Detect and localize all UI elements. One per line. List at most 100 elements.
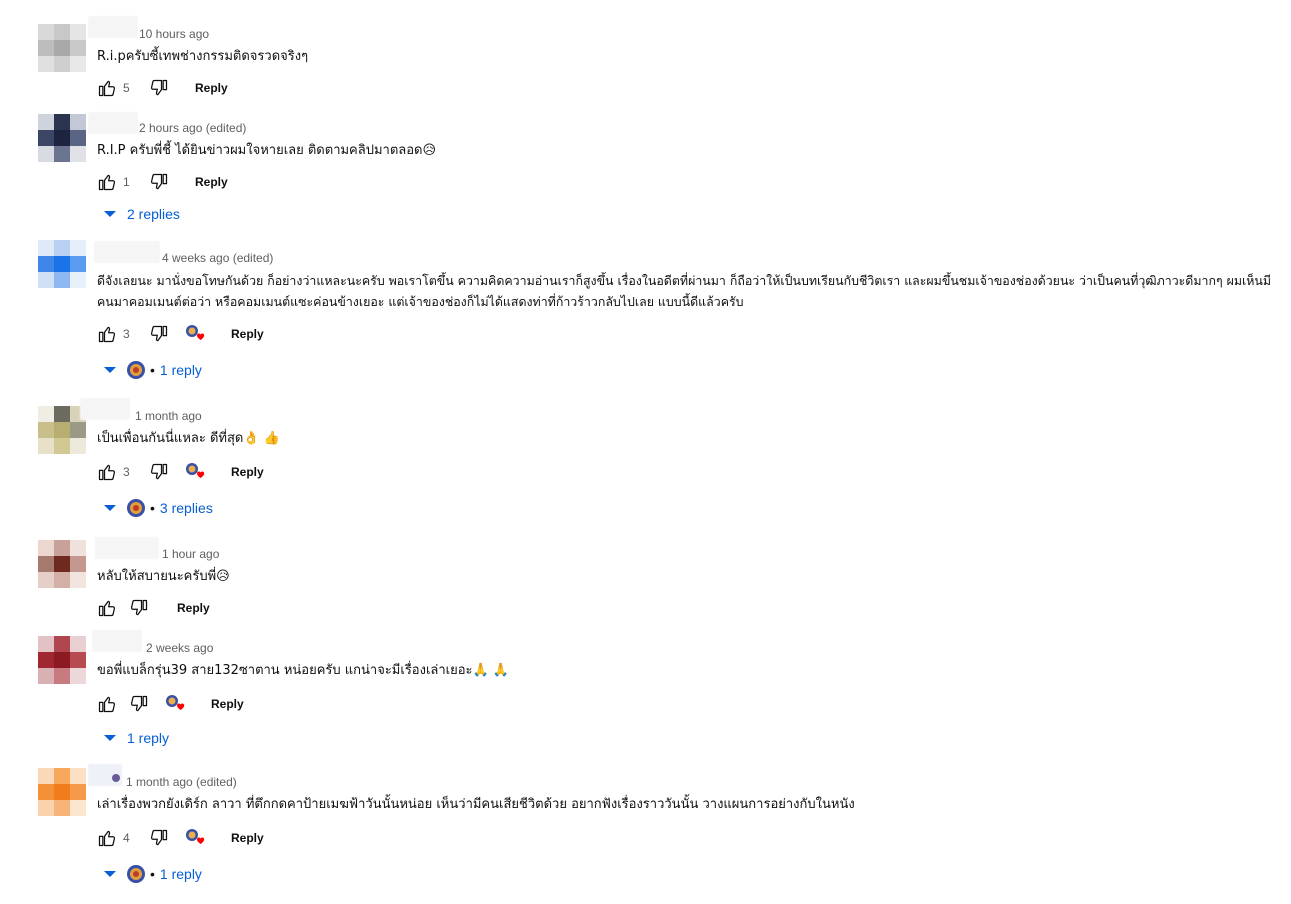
like-button[interactable] <box>95 596 119 620</box>
avatar-pixel <box>70 114 86 130</box>
creator-heart-icon <box>183 322 207 346</box>
caret-down-icon <box>104 367 116 373</box>
thumbs-down-icon <box>150 173 168 190</box>
dislike-button[interactable] <box>147 322 171 346</box>
like-button[interactable] <box>95 76 119 100</box>
like-button[interactable] <box>95 322 119 346</box>
like-button[interactable] <box>95 170 119 194</box>
avatar[interactable] <box>38 768 86 816</box>
avatar-pixel <box>70 422 86 438</box>
like-button[interactable] <box>95 692 119 716</box>
avatar[interactable] <box>38 24 86 72</box>
avatar-pixel <box>70 652 86 668</box>
avatar-pixel <box>38 40 54 56</box>
dislike-button[interactable] <box>147 460 171 484</box>
avatar-pixel <box>54 652 70 668</box>
reply-button[interactable]: Reply <box>211 697 244 711</box>
author-name-redacted[interactable] <box>92 630 142 652</box>
comment-timestamp[interactable]: 2 weeks ago <box>146 641 213 655</box>
avatar-pixel <box>54 438 70 454</box>
like-count: 1 <box>123 175 130 189</box>
avatar-pixel <box>70 146 86 162</box>
caret-down-icon <box>104 871 116 877</box>
comment-timestamp[interactable]: 1 month ago (edited) <box>126 775 237 789</box>
like-button[interactable] <box>95 460 119 484</box>
avatar-pixel <box>38 636 54 652</box>
creator-heart-icon <box>163 692 187 716</box>
avatar[interactable] <box>38 240 86 288</box>
comment-actions: 3 Reply <box>95 460 264 484</box>
avatar[interactable] <box>38 636 86 684</box>
separator-dot: • <box>150 500 155 516</box>
avatar-pixel <box>54 556 70 572</box>
reply-button[interactable]: Reply <box>231 831 264 845</box>
thumbs-up-icon <box>98 174 116 191</box>
author-name-redacted[interactable] <box>95 537 159 559</box>
view-replies-button[interactable]: 1 reply <box>104 726 169 750</box>
avatar-pixel <box>70 256 86 272</box>
avatar-pixel <box>54 114 70 130</box>
avatar-pixel <box>54 406 70 422</box>
comment-text: เล่าเรื่องพวกยังเดิร์ก ลาวา ที่ตึกกดคาป้… <box>97 797 855 812</box>
view-replies-button[interactable]: • 1 reply <box>104 358 202 382</box>
avatar-pixel <box>54 800 70 816</box>
author-badge-icon <box>112 774 120 782</box>
comment-timestamp[interactable]: 10 hours ago <box>139 27 209 41</box>
avatar-pixel <box>54 784 70 800</box>
avatar-pixel <box>38 114 54 130</box>
like-count: 3 <box>123 327 130 341</box>
replies-count-label: 2 replies <box>127 206 180 222</box>
avatar-pixel <box>38 652 54 668</box>
thumbs-up-icon <box>98 464 116 481</box>
view-replies-button[interactable]: • 1 reply <box>104 862 202 886</box>
reply-button[interactable]: Reply <box>177 601 210 615</box>
replies-count-label: 1 reply <box>159 866 202 882</box>
dislike-button[interactable] <box>147 826 171 850</box>
view-replies-button[interactable]: 2 replies <box>104 202 180 226</box>
caret-down-icon <box>104 211 116 217</box>
view-replies-button[interactable]: • 3 replies <box>104 496 213 520</box>
replies-count-label: 1 reply <box>127 730 170 746</box>
thumbs-down-icon <box>150 829 168 846</box>
avatar-pixel <box>38 272 54 288</box>
like-button[interactable] <box>95 826 119 850</box>
avatar-pixel <box>70 784 86 800</box>
reply-button[interactable]: Reply <box>195 81 228 95</box>
thumbs-down-icon <box>150 79 168 96</box>
author-name-redacted[interactable] <box>80 398 130 420</box>
thumbs-up-icon <box>98 600 116 617</box>
comment-timestamp[interactable]: 1 month ago <box>135 409 202 423</box>
avatar-pixel <box>54 24 70 40</box>
replies-count-label: 1 reply <box>159 362 202 378</box>
comment-timestamp[interactable]: 1 hour ago <box>162 547 219 561</box>
reply-button[interactable]: Reply <box>231 465 264 479</box>
thumbs-up-icon <box>98 326 116 343</box>
avatar-pixel <box>38 422 54 438</box>
avatar-pixel <box>54 40 70 56</box>
author-name-redacted[interactable] <box>94 241 160 263</box>
dislike-button[interactable] <box>147 170 171 194</box>
author-name-redacted[interactable] <box>88 112 138 134</box>
avatar-pixel <box>38 540 54 556</box>
avatar-pixel <box>38 146 54 162</box>
avatar[interactable] <box>38 406 86 454</box>
comment-timestamp[interactable]: 2 hours ago (edited) <box>139 121 246 135</box>
comment-actions: Reply <box>95 692 244 716</box>
comment-text: หลับให้สบายนะครับพี่😥 <box>97 569 230 584</box>
reply-button[interactable]: Reply <box>231 327 264 341</box>
avatar-pixel <box>54 130 70 146</box>
dislike-button[interactable] <box>127 692 151 716</box>
avatar[interactable] <box>38 540 86 588</box>
dislike-button[interactable] <box>147 76 171 100</box>
reply-button[interactable]: Reply <box>195 175 228 189</box>
dislike-button[interactable] <box>127 596 151 620</box>
comment-timestamp[interactable]: 4 weeks ago (edited) <box>162 251 273 265</box>
avatar[interactable] <box>38 114 86 162</box>
thumbs-up-icon <box>98 830 116 847</box>
like-count: 4 <box>123 831 130 845</box>
author-name-redacted[interactable] <box>88 16 138 38</box>
like-count: 5 <box>123 81 130 95</box>
comment-actions: 4 Reply <box>95 826 264 850</box>
avatar-pixel <box>38 768 54 784</box>
avatar-pixel <box>38 56 54 72</box>
